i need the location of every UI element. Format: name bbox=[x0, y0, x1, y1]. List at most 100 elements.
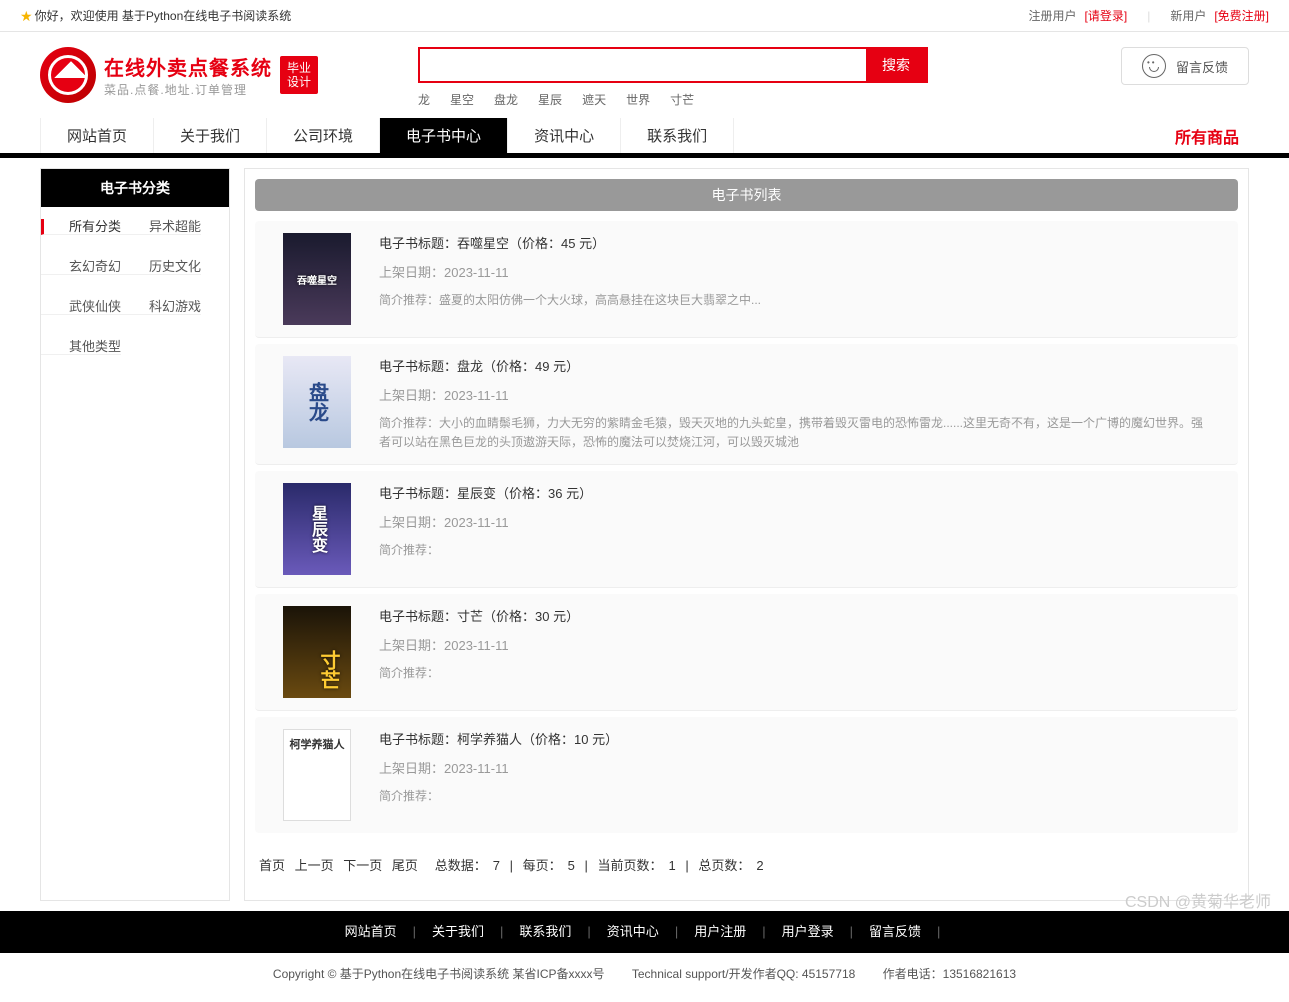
logo-title: 在线外卖点餐系统 bbox=[104, 52, 272, 81]
search-block: 搜索 龙 星空 盘龙 星辰 遮天 世界 寸芒 bbox=[418, 47, 928, 108]
nav-all-products[interactable]: 所有商品 bbox=[1175, 118, 1249, 153]
footer-link[interactable]: 联系我们 bbox=[519, 924, 571, 939]
book-title: 电子书标题：寸芒（价格：30 元） bbox=[379, 606, 1210, 625]
nav-item[interactable]: 关于我们 bbox=[154, 118, 267, 153]
footer-link[interactable]: 网站首页 bbox=[345, 924, 397, 939]
category-item[interactable]: 武侠仙侠 bbox=[41, 299, 121, 315]
book-date: 上架日期：2023-11-11 bbox=[379, 262, 1210, 281]
category-item[interactable]: 玄幻奇幻 bbox=[41, 259, 121, 275]
book-cover: 星辰变 bbox=[283, 483, 351, 575]
book-item[interactable]: 星辰变电子书标题：星辰变（价格：36 元）上架日期：2023-11-11简介推荐… bbox=[255, 471, 1238, 588]
book-title: 电子书标题：吞噬星空（价格：45 元） bbox=[379, 233, 1210, 252]
total-label: 总数据： bbox=[435, 858, 487, 873]
sidebar: 电子书分类 所有分类异术超能玄幻奇幻历史文化武侠仙侠科幻游戏其他类型 bbox=[40, 168, 230, 901]
register-link[interactable]: [免费注册] bbox=[1214, 0, 1269, 32]
nav-item[interactable]: 网站首页 bbox=[40, 118, 154, 153]
search-button[interactable]: 搜索 bbox=[866, 49, 926, 81]
logo-icon bbox=[40, 47, 96, 103]
hotword[interactable]: 寸芒 bbox=[670, 93, 694, 107]
hotword[interactable]: 遮天 bbox=[582, 93, 606, 107]
hot-words: 龙 星空 盘龙 星辰 遮天 世界 寸芒 bbox=[418, 91, 928, 108]
new-user-label: 新用户 bbox=[1170, 0, 1206, 32]
book-info: 电子书标题：星辰变（价格：36 元）上架日期：2023-11-11简介推荐： bbox=[379, 483, 1210, 575]
nav-item[interactable]: 公司环境 bbox=[267, 118, 380, 153]
pages-label: 总页数： bbox=[698, 858, 750, 873]
separator: | bbox=[1147, 0, 1150, 32]
footer-link[interactable]: 用户注册 bbox=[694, 924, 746, 939]
search-box: 搜索 bbox=[418, 47, 928, 83]
star-icon: ★ bbox=[20, 0, 33, 32]
total-value: 7 bbox=[493, 858, 500, 873]
book-info: 电子书标题：寸芒（价格：30 元） 上架日期：2023-11-11 简介推荐： bbox=[379, 606, 1210, 698]
hotword[interactable]: 星空 bbox=[450, 93, 474, 107]
page-last[interactable]: 尾页 bbox=[392, 858, 418, 873]
category-item[interactable]: 历史文化 bbox=[121, 259, 201, 275]
login-link[interactable]: [请登录] bbox=[1085, 0, 1128, 32]
category-item[interactable]: 异术超能 bbox=[121, 219, 201, 235]
book-date: 上架日期：2023-11-11 bbox=[379, 635, 1210, 654]
search-input[interactable] bbox=[420, 49, 866, 81]
book-date: 上架日期：2023-11-11 bbox=[379, 385, 1210, 404]
hotword[interactable]: 世界 bbox=[626, 93, 650, 107]
book-desc: 简介推荐： bbox=[379, 664, 1210, 683]
book-desc: 简介推荐： bbox=[379, 787, 1210, 806]
logo-badge: 毕业 设计 bbox=[280, 56, 318, 94]
feedback-label: 留言反馈 bbox=[1176, 57, 1228, 76]
footer-link[interactable]: 资讯中心 bbox=[607, 924, 659, 939]
footer-link[interactable]: 留言反馈 bbox=[869, 924, 921, 939]
cur-value: 1 bbox=[669, 858, 676, 873]
hotword[interactable]: 星辰 bbox=[538, 93, 562, 107]
book-item[interactable]: 柯学养猫人电子书标题：柯学养猫人（价格：10 元）上架日期：2023-11-11… bbox=[255, 717, 1238, 833]
category-item[interactable]: 其他类型 bbox=[41, 339, 121, 355]
greeting-text: 你好，欢迎使用 基于Python在线电子书阅读系统 bbox=[35, 0, 292, 32]
per-value: 5 bbox=[568, 858, 575, 873]
category-item[interactable]: 所有分类 bbox=[41, 219, 121, 235]
nav-item[interactable]: 联系我们 bbox=[621, 118, 734, 153]
pages-value: 2 bbox=[756, 858, 763, 873]
headset-icon bbox=[1142, 54, 1166, 78]
hotword[interactable]: 龙 bbox=[418, 93, 430, 107]
book-info: 电子书标题：盘龙（价格：49 元） 上架日期：2023-11-11 简介推荐：大小的… bbox=[379, 356, 1210, 452]
page-first[interactable]: 首页 bbox=[259, 858, 285, 873]
book-title: 电子书标题：柯学养猫人（价格：10 元） bbox=[379, 729, 1210, 748]
book-info: 电子书标题：吞噬星空（价格：45 元） 上架日期：2023-11-11 简介推荐：盛… bbox=[379, 233, 1210, 325]
copyright-text: Copyright © 基于Python在线电子书阅读系统 某省ICP备xxxx… bbox=[273, 967, 605, 981]
footer-link[interactable]: 关于我们 bbox=[432, 924, 484, 939]
nav-item[interactable]: 电子书中心 bbox=[380, 118, 508, 153]
logo[interactable]: 在线外卖点餐系统 菜品.点餐.地址.订单管理 毕业 设计 bbox=[40, 47, 318, 103]
nav-item[interactable]: 资讯中心 bbox=[508, 118, 621, 153]
page-next[interactable]: 下一页 bbox=[343, 858, 382, 873]
feedback-button[interactable]: 留言反馈 bbox=[1121, 47, 1249, 85]
book-cover: 盘龙 bbox=[283, 356, 351, 448]
header: 在线外卖点餐系统 菜品.点餐.地址.订单管理 毕业 设计 搜索 龙 星空 盘龙 星辰 遮… bbox=[0, 32, 1289, 118]
footer-link[interactable]: 用户登录 bbox=[782, 924, 834, 939]
book-item[interactable]: 吞噬星空 电子书标题：吞噬星空（价格：45 元） 上架日期：2023-11-11 简介… bbox=[255, 221, 1238, 338]
cur-label: 当前页数： bbox=[598, 858, 663, 873]
top-bar: ★ 你好，欢迎使用 基于Python在线电子书阅读系统 注册用户 [请登录] |… bbox=[0, 0, 1289, 32]
book-item[interactable]: 盘龙 电子书标题：盘龙（价格：49 元） 上架日期：2023-11-11 简介推荐：大… bbox=[255, 344, 1238, 465]
list-title: 电子书列表 bbox=[255, 179, 1238, 211]
book-desc: 简介推荐：大小的血睛鬃毛狮，力大无穷的紫睛金毛猿，毁天灭地的九头蛇皇，携带着毁灭… bbox=[379, 414, 1210, 452]
page-prev[interactable]: 上一页 bbox=[295, 858, 334, 873]
book-date: 上架日期：2023-11-11 bbox=[379, 512, 1210, 531]
book-item[interactable]: 寸芒 电子书标题：寸芒（价格：30 元） 上架日期：2023-11-11 简介推荐： bbox=[255, 594, 1238, 711]
content: 电子书分类 所有分类异术超能玄幻奇幻历史文化武侠仙侠科幻游戏其他类型 电子书列表… bbox=[0, 158, 1289, 911]
footer-nav: 网站首页|关于我们|联系我们|资讯中心|用户注册|用户登录|留言反馈| bbox=[0, 911, 1289, 953]
book-desc: 简介推荐：盛夏的太阳仿佛一个大火球，高高悬挂在这块巨大翡翠之中... bbox=[379, 291, 1210, 310]
main-panel: 电子书列表 吞噬星空 电子书标题：吞噬星空（价格：45 元） 上架日期：2023-1… bbox=[244, 168, 1249, 901]
book-title: 电子书标题：星辰变（价格：36 元） bbox=[379, 483, 1210, 502]
sidebar-title: 电子书分类 bbox=[41, 169, 229, 207]
logo-subtitle: 菜品.点餐.地址.订单管理 bbox=[104, 81, 272, 98]
book-title: 电子书标题：盘龙（价格：49 元） bbox=[379, 356, 1210, 375]
copyright: Copyright © 基于Python在线电子书阅读系统 某省ICP备xxxx… bbox=[0, 953, 1289, 1002]
pagination: 首页 上一页 下一页 尾页 总数据：7 | 每页：5 | 当前页数：1 | 总页… bbox=[255, 839, 1238, 890]
reg-user-label: 注册用户 bbox=[1029, 0, 1077, 32]
hotword[interactable]: 盘龙 bbox=[494, 93, 518, 107]
user-links: 注册用户 [请登录] | 新用户 [免费注册] bbox=[1029, 0, 1270, 31]
main-nav: 网站首页关于我们公司环境电子书中心资讯中心联系我们 所有商品 bbox=[0, 118, 1289, 158]
book-cover: 寸芒 bbox=[283, 606, 351, 698]
logo-text: 在线外卖点餐系统 菜品.点餐.地址.订单管理 bbox=[104, 52, 272, 98]
category-item[interactable]: 科幻游戏 bbox=[121, 299, 201, 315]
greeting: ★ 你好，欢迎使用 基于Python在线电子书阅读系统 bbox=[20, 0, 291, 31]
book-cover: 吞噬星空 bbox=[283, 233, 351, 325]
